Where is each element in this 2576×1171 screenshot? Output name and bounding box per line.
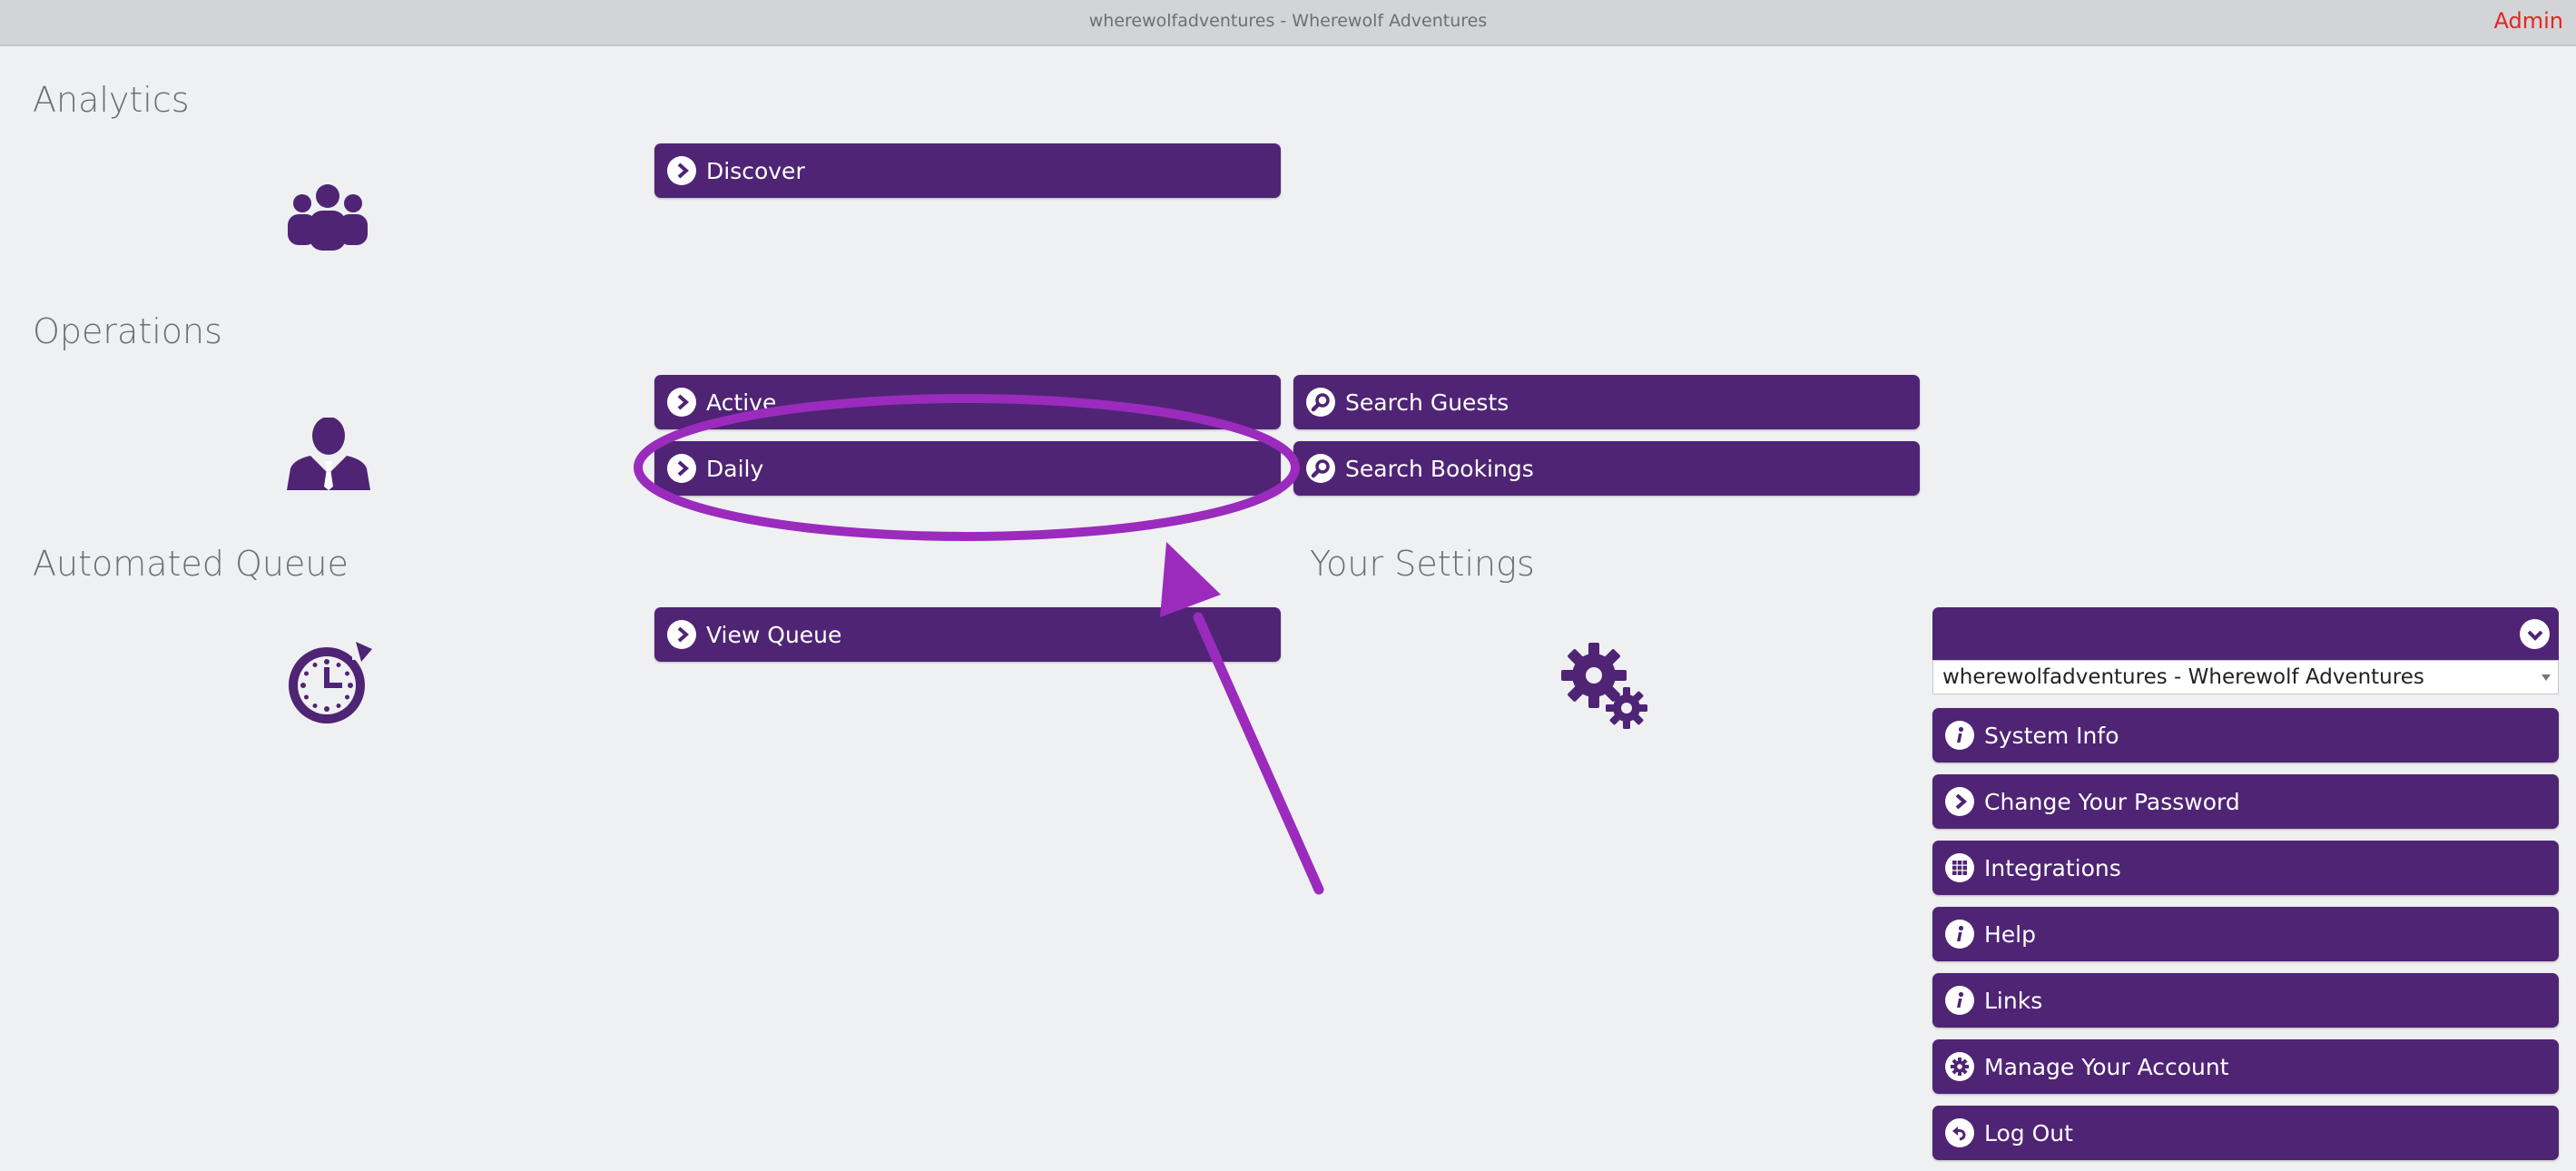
top-bar: wherewolfadventures - Wherewolf Adventur… xyxy=(0,0,2576,46)
search-bookings-label: Search Bookings xyxy=(1345,455,1534,482)
chevron-circle-icon xyxy=(667,388,696,417)
manage-account-button[interactable]: Manage Your Account xyxy=(1932,1039,2559,1094)
info-icon xyxy=(1945,986,1974,1015)
help-label: Help xyxy=(1984,920,2036,948)
clock-refresh-icon xyxy=(283,640,372,733)
dropdown-arrow-icon xyxy=(2542,674,2551,681)
links-button[interactable]: Links xyxy=(1932,973,2559,1028)
info-icon xyxy=(1945,920,1974,949)
discover-button[interactable]: Discover xyxy=(654,143,1281,198)
section-title-operations: Operations xyxy=(33,311,222,351)
admin-link[interactable]: Admin xyxy=(2494,0,2564,42)
undo-icon xyxy=(1945,1118,1974,1147)
user-icon xyxy=(285,417,372,494)
log-out-button[interactable]: Log Out xyxy=(1932,1106,2559,1160)
group-icon xyxy=(284,183,371,261)
manage-account-label: Manage Your Account xyxy=(1984,1053,2229,1080)
info-icon xyxy=(1945,721,1974,750)
links-label: Links xyxy=(1984,987,2043,1014)
account-select[interactable]: wherewolfadventures - Wherewolf Adventur… xyxy=(1932,660,2559,694)
change-password-button[interactable]: Change Your Password xyxy=(1932,774,2559,829)
active-button[interactable]: Active xyxy=(654,375,1281,429)
window-title: wherewolfadventures - Wherewolf Adventur… xyxy=(1088,11,1488,31)
discover-label: Discover xyxy=(706,157,805,184)
system-info-button[interactable]: System Info xyxy=(1932,708,2559,763)
change-password-label: Change Your Password xyxy=(1984,788,2240,815)
chevron-down-icon[interactable] xyxy=(2520,619,2550,649)
grid-icon xyxy=(1945,853,1974,882)
section-title-your-settings: Your Settings xyxy=(1310,544,1535,584)
view-queue-button[interactable]: View Queue xyxy=(654,607,1281,662)
chevron-circle-icon xyxy=(1945,787,1974,816)
section-title-analytics: Analytics xyxy=(33,80,190,120)
system-info-label: System Info xyxy=(1984,722,2119,749)
daily-label: Daily xyxy=(706,455,764,482)
search-guests-label: Search Guests xyxy=(1345,389,1509,416)
active-label: Active xyxy=(706,389,777,416)
magnifier-icon xyxy=(1306,388,1335,417)
gears-icon xyxy=(1561,639,1648,733)
integrations-button[interactable]: Integrations xyxy=(1932,841,2559,895)
chevron-circle-icon xyxy=(667,156,696,185)
view-queue-label: View Queue xyxy=(706,621,842,648)
log-out-label: Log Out xyxy=(1984,1119,2073,1146)
account-select-value: wherewolfadventures - Wherewolf Adventur… xyxy=(1942,665,2424,689)
magnifier-icon xyxy=(1306,454,1335,483)
account-panel-header[interactable] xyxy=(1932,607,2559,660)
chevron-circle-icon xyxy=(667,454,696,483)
section-title-automated-queue: Automated Queue xyxy=(33,544,349,584)
gear-icon xyxy=(1945,1052,1974,1081)
search-guests-button[interactable]: Search Guests xyxy=(1293,375,1920,429)
help-button[interactable]: Help xyxy=(1932,907,2559,961)
annotation-arrow-head xyxy=(1160,542,1221,617)
integrations-label: Integrations xyxy=(1984,854,2121,881)
search-bookings-button[interactable]: Search Bookings xyxy=(1293,441,1920,496)
chevron-circle-icon xyxy=(667,620,696,649)
daily-button[interactable]: Daily xyxy=(654,441,1281,496)
